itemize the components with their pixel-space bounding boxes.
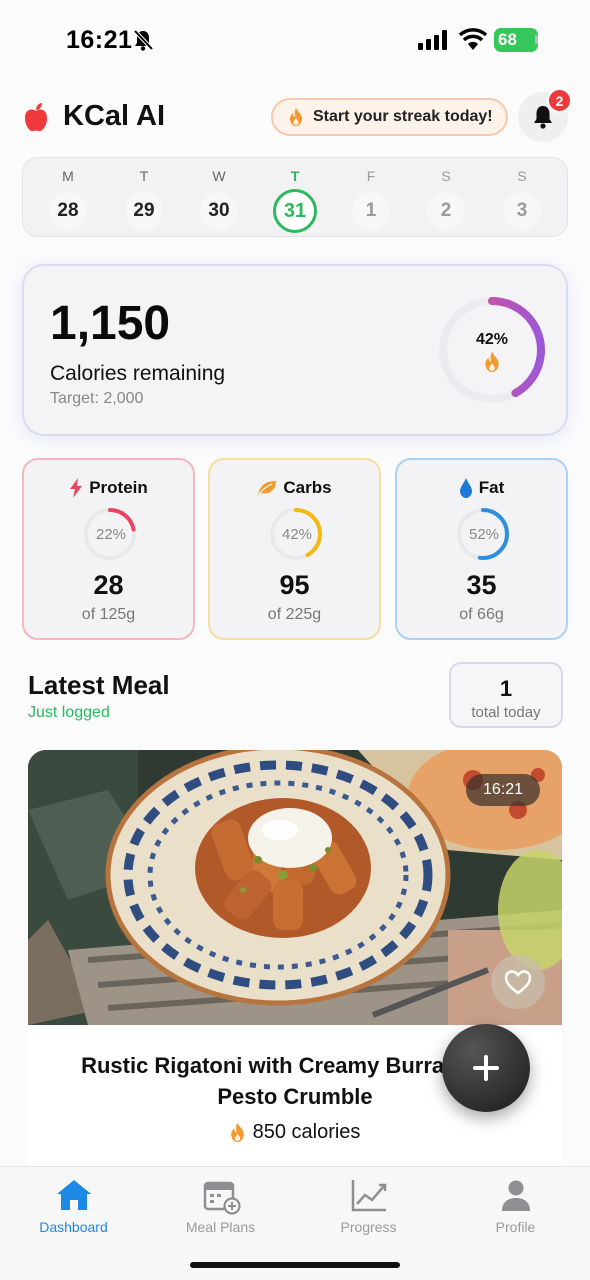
- chart-icon: [351, 1180, 386, 1212]
- protein-value: 28: [93, 570, 124, 600]
- heart-icon: [504, 970, 532, 995]
- protein-label: Protein: [89, 478, 148, 497]
- tab-meal-plans[interactable]: Meal Plans: [147, 1175, 294, 1235]
- bell-muted-icon: [133, 29, 154, 51]
- status-time: 16:21: [66, 26, 133, 54]
- carbs-value: 95: [279, 570, 310, 600]
- protein-card[interactable]: Protein 22% 28 of 125g: [22, 458, 195, 640]
- calories-remaining-label: Calories remaining: [50, 362, 226, 385]
- carbs-label: Carbs: [283, 478, 332, 497]
- plus-icon: [473, 1055, 499, 1081]
- meals-today-label: total today: [471, 704, 541, 721]
- day-number: 30: [200, 192, 238, 230]
- fat-header: Fat: [397, 478, 566, 498]
- carbs-percent: 42%: [281, 526, 313, 543]
- day-letter: F: [366, 168, 376, 184]
- day-letter: T: [139, 168, 149, 184]
- meal-time-badge: 16:21: [466, 774, 540, 806]
- fat-card[interactable]: Fat 52% 35 of 66g: [395, 458, 568, 640]
- fat-label: Fat: [478, 478, 505, 497]
- day-item[interactable]: W 30: [189, 158, 249, 238]
- calories-remaining-value: 1,150: [50, 297, 171, 350]
- tab-label: Progress: [340, 1219, 397, 1235]
- favorite-button[interactable]: [491, 955, 545, 1009]
- streak-label: Start your streak today!: [313, 108, 493, 125]
- day-number: 2: [427, 192, 465, 230]
- protein-percent: 22%: [95, 526, 127, 543]
- meals-today-counter: 1 total today: [449, 662, 563, 728]
- day-item[interactable]: F 1: [341, 158, 401, 238]
- streak-button[interactable]: Start your streak today!: [271, 98, 508, 136]
- flame-icon: [290, 108, 302, 126]
- meal-calories-label: 850 calories: [252, 1121, 361, 1143]
- protein-header: Protein: [24, 478, 193, 498]
- fat-value: 35: [466, 570, 497, 600]
- meals-today-count: 1: [499, 676, 513, 701]
- lightning-icon: [70, 478, 83, 498]
- tab-label: Meal Plans: [185, 1219, 256, 1235]
- fat-goal: of 66g: [459, 606, 504, 623]
- day-letter: M: [62, 168, 74, 184]
- day-number: 28: [49, 192, 87, 230]
- day-number: 31: [273, 189, 317, 233]
- day-number: 3: [503, 192, 541, 230]
- meal-calories: 850 calories: [28, 1121, 562, 1144]
- flame-icon: [485, 352, 499, 372]
- day-letter: W: [212, 168, 226, 184]
- tab-profile[interactable]: Profile: [442, 1175, 589, 1235]
- tab-label: Profile: [495, 1219, 536, 1235]
- battery-level: 68: [494, 28, 538, 52]
- app-title: KCal AI: [63, 100, 166, 132]
- battery-tip: [535, 35, 538, 44]
- calories-progress-ring: [439, 297, 545, 403]
- add-meal-button[interactable]: [442, 1024, 530, 1112]
- fat-percent: 52%: [468, 526, 500, 543]
- calories-percent: 42%: [475, 331, 509, 348]
- person-icon: [501, 1180, 530, 1211]
- carbs-goal: of 225g: [267, 606, 322, 623]
- day-item[interactable]: S 3: [492, 158, 552, 238]
- calendar-plus-icon: [203, 1181, 241, 1215]
- notification-badge: 2: [547, 88, 572, 113]
- day-item[interactable]: M 28: [38, 158, 98, 238]
- day-number: 29: [125, 192, 163, 230]
- wifi-icon: [458, 28, 488, 50]
- apple-logo-icon: [25, 103, 47, 132]
- week-selector: M 28 T 29 W 30 T 31 F 1 S 2 S 3: [22, 157, 568, 237]
- latest-meal-title: Latest Meal: [28, 670, 170, 700]
- water-drop-icon: [459, 478, 472, 498]
- home-indicator: [190, 1262, 400, 1268]
- day-item-today[interactable]: T 31: [265, 158, 325, 238]
- tab-dashboard[interactable]: Dashboard: [0, 1175, 147, 1235]
- carbs-card[interactable]: Carbs 42% 95 of 225g: [208, 458, 381, 640]
- day-letter: T: [290, 168, 300, 184]
- day-number: 1: [352, 192, 390, 230]
- protein-goal: of 125g: [81, 606, 136, 623]
- day-item[interactable]: S 2: [416, 158, 476, 238]
- day-item[interactable]: T 29: [114, 158, 174, 238]
- home-icon: [56, 1180, 91, 1210]
- latest-meal-subtitle: Just logged: [28, 704, 110, 721]
- tab-progress[interactable]: Progress: [295, 1175, 442, 1235]
- cellular-signal-icon: [418, 30, 447, 50]
- calories-target: Target: 2,000: [50, 390, 144, 407]
- day-letter: S: [441, 168, 451, 184]
- tab-label: Dashboard: [39, 1219, 108, 1235]
- leaf-icon: [258, 481, 277, 495]
- flame-icon: [230, 1123, 244, 1142]
- day-letter: S: [517, 168, 527, 184]
- carbs-header: Carbs: [210, 478, 379, 498]
